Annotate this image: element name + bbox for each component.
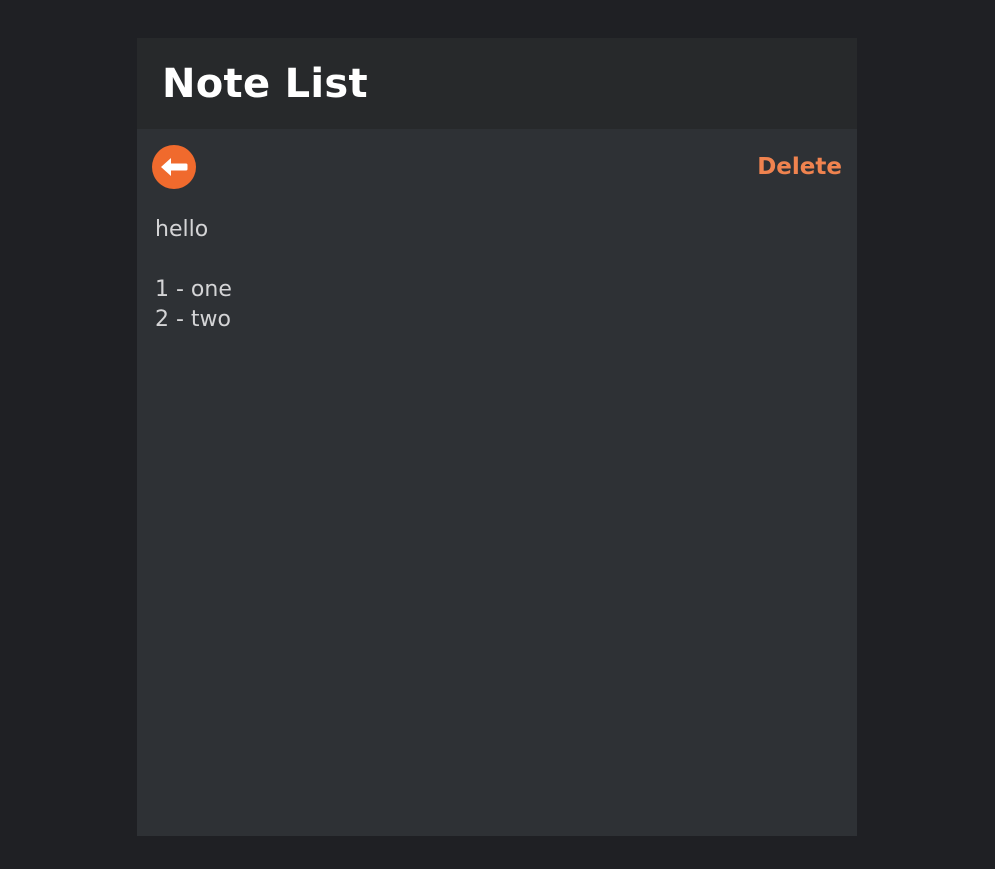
- page-title: Note List: [162, 60, 368, 107]
- back-button[interactable]: [152, 145, 196, 189]
- app-header: Note List: [137, 38, 857, 129]
- delete-button[interactable]: Delete: [757, 154, 842, 180]
- note-toolbar: Delete: [137, 129, 857, 205]
- arrow-left-circle-icon: [159, 156, 189, 178]
- note-app-panel: Note List Delete hello 1 - one 2 - two: [137, 38, 857, 836]
- note-content[interactable]: hello 1 - one 2 - two: [137, 205, 857, 836]
